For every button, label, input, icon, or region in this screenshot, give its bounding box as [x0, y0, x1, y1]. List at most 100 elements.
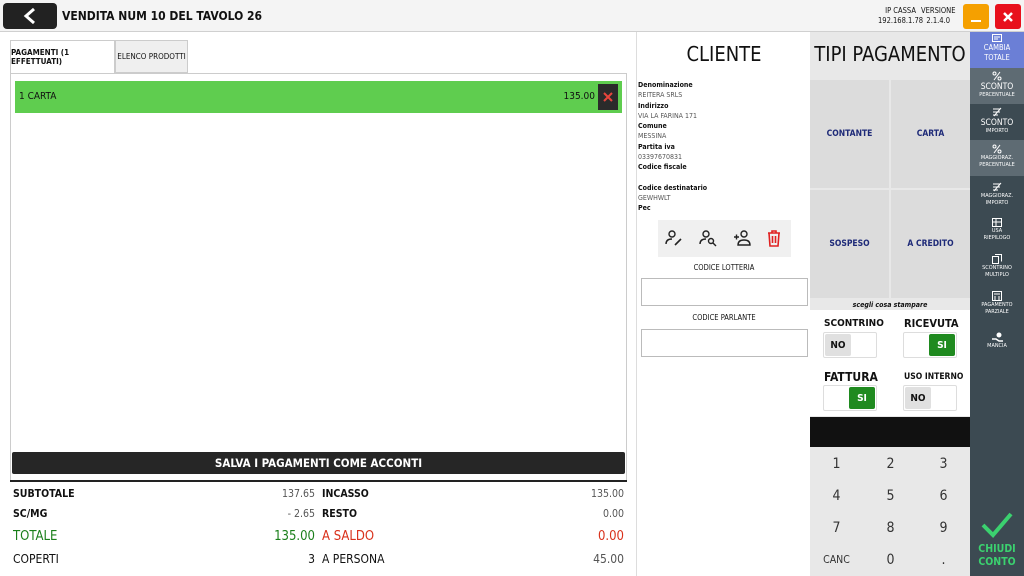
uso-interno-label: USO INTERNO	[904, 372, 964, 382]
sidebar-item-label: TOTALE	[984, 53, 1010, 62]
calculator-icon	[992, 291, 1002, 301]
ricevuta-toggle[interactable]: SI	[903, 332, 957, 358]
delete-payment-button[interactable]	[598, 84, 618, 110]
indirizzo-label: Indirizzo	[638, 101, 669, 110]
edit-user-icon[interactable]	[664, 228, 684, 248]
apersona-value: 45.00	[593, 552, 624, 566]
divider	[10, 480, 627, 482]
sidebar-item-label: SCONTO	[980, 82, 1014, 92]
asaldo-value: 0.00	[597, 529, 624, 544]
payment-label: 1 CARTA	[19, 91, 57, 102]
amount-display	[810, 417, 970, 447]
surcharge-icon	[993, 182, 1002, 192]
trash-icon[interactable]	[764, 228, 784, 248]
key-dot[interactable]: .	[917, 544, 970, 576]
search-user-icon[interactable]	[698, 228, 718, 248]
pec-label: Pec	[638, 204, 651, 213]
fattura-toggle[interactable]: SI	[823, 385, 877, 411]
percent-icon	[992, 71, 1002, 81]
piva-value: 03397670831	[638, 153, 683, 162]
sidebar-item-label: MANCIA	[987, 343, 1007, 349]
totale-label: TOTALE	[13, 529, 58, 544]
payments-panel: PAGAMENTI (1 EFFETTUATI) ELENCO PRODOTTI…	[0, 32, 636, 576]
sidebar-item-label: CAMBIA	[983, 43, 1011, 52]
sidebar-item-label: RIEPILOGO	[983, 234, 1011, 241]
sidebar-item-label: PAGAMENTO	[981, 302, 1013, 308]
close-icon	[1003, 11, 1013, 22]
sidebar-item-label: MAGGIORAZ.	[980, 155, 1014, 161]
sidebar-item-usa-riepilogo[interactable]: USA RIEPILOGO	[970, 218, 1024, 254]
sidebar-item-label: PERCENTUALE	[979, 92, 1015, 98]
sidebar-item-maggiorazione-importo[interactable]: MAGGIORAZ. IMPORTO	[970, 176, 1024, 212]
key-canc[interactable]: CANC	[810, 544, 863, 576]
a-credito-button[interactable]: A CREDITO	[891, 190, 970, 298]
checkmark-icon	[981, 512, 1013, 538]
sidebar-item-mancia[interactable]: MANCIA	[970, 332, 1024, 360]
minimize-button[interactable]	[963, 4, 989, 29]
chevron-left-icon	[23, 7, 35, 25]
chiudi-label: CHIUDI	[978, 543, 1016, 555]
sidebar-item-sconto-percentuale[interactable]: SCONTO PERCENTUALE	[970, 68, 1024, 104]
key-4[interactable]: 4	[810, 480, 863, 512]
chiudi-conto-button[interactable]: CHIUDI CONTO	[970, 502, 1024, 576]
minimize-icon	[971, 19, 981, 22]
uso-interno-value: NO	[905, 387, 931, 409]
close-icon	[603, 92, 613, 102]
contante-button[interactable]: CONTANTE	[810, 80, 889, 188]
tab-pagamenti[interactable]: PAGAMENTI (1 EFFETTUATI)	[10, 40, 115, 73]
tip-icon	[991, 332, 1003, 342]
summary-icon	[992, 218, 1002, 227]
sidebar-item-pagamento-parziale[interactable]: PAGAMENTO PARZIALE	[970, 291, 1024, 327]
scontrino-toggle[interactable]: NO	[823, 332, 877, 358]
sidebar-item-maggiorazione-percentuale[interactable]: MAGGIORAZ. PERCENTUALE	[970, 140, 1024, 176]
key-9[interactable]: 9	[917, 512, 970, 544]
sidebar-item-sconto-importo[interactable]: SCONTO IMPORTO	[970, 104, 1024, 140]
key-3[interactable]: 3	[917, 448, 970, 480]
print-choice-label: scegli cosa stampare	[852, 301, 928, 309]
key-2[interactable]: 2	[864, 448, 917, 480]
cf-label: Codice fiscale	[638, 163, 687, 172]
back-button[interactable]	[3, 3, 57, 29]
parlante-input[interactable]	[641, 329, 808, 357]
ip-info: IP CASSA 192.168.1.78	[878, 6, 923, 26]
comune-value: MESSINA	[638, 132, 667, 141]
ricevuta-value: SI	[929, 334, 955, 356]
key-0[interactable]: 0	[864, 544, 917, 576]
parlante-label: CODICE PARLANTE	[692, 313, 756, 322]
cliente-title: CLIENTE	[686, 42, 762, 66]
save-deposits-button[interactable]: SALVA I PAGAMENTI COME ACCONTI	[12, 452, 625, 474]
scontrino-value: NO	[825, 334, 851, 356]
version-label: VERSIONE	[921, 6, 956, 15]
uso-interno-toggle[interactable]: NO	[903, 385, 957, 411]
incasso-label: INCASSO	[322, 488, 369, 500]
sidebar-item-label: IMPORTO	[985, 199, 1009, 206]
incasso-value: 135.00	[590, 488, 624, 500]
key-8[interactable]: 8	[864, 512, 917, 544]
key-7[interactable]: 7	[810, 512, 863, 544]
ricevuta-label: RICEVUTA	[904, 317, 959, 330]
lotteria-label: CODICE LOTTERIA	[693, 263, 755, 272]
denominazione-label: Denominazione	[638, 81, 693, 89]
sidebar-item-cambia-totale[interactable]: CAMBIA TOTALE	[970, 32, 1024, 68]
sospeso-button[interactable]: SOSPESO	[810, 190, 889, 298]
scontrino-label: SCONTRINO	[824, 318, 884, 329]
tab-elenco-prodotti[interactable]: ELENCO PRODOTTI	[115, 40, 188, 73]
payment-types-panel: TIPI PAGAMENTO CONTANTE CARTA SOSPESO A …	[810, 32, 970, 576]
version-value: 2.1.4.0	[926, 16, 951, 25]
carta-button[interactable]: CARTA	[891, 80, 970, 188]
coperti-value: 3	[308, 552, 315, 566]
add-user-icon[interactable]	[732, 228, 752, 248]
tipi-title: TIPI PAGAMENTO	[814, 42, 966, 66]
key-5[interactable]: 5	[864, 480, 917, 512]
key-6[interactable]: 6	[917, 480, 970, 512]
sidebar-item-label: MAGGIORAZ.	[980, 193, 1014, 199]
payment-row[interactable]: 1 CARTA 135.00	[15, 81, 622, 113]
key-1[interactable]: 1	[810, 448, 863, 480]
sidebar-item-label: PARZIALE	[985, 308, 1009, 315]
lotteria-input[interactable]	[641, 278, 808, 306]
close-button[interactable]	[995, 4, 1021, 29]
client-actions	[658, 220, 791, 257]
discount-icon	[993, 107, 1002, 117]
coperti-label: COPERTI	[13, 552, 59, 566]
sidebar-item-scontrino-multiplo[interactable]: SCONTRINO MULTIPLO	[970, 254, 1024, 290]
